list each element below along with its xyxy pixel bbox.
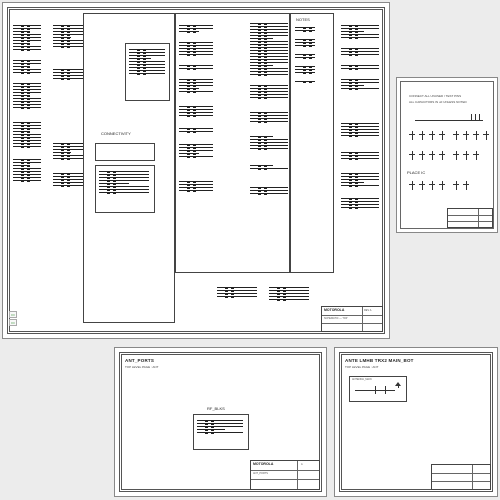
antenna-icon [393, 382, 403, 388]
schematic-sheet-right-top[interactable]: CONNECT ALL UNUSED / TEST PINS ALL CAPAC… [396, 77, 498, 233]
antenna-block-label: ANTENNA_MAIN [352, 378, 372, 381]
sheet-subtitle-ant-ports: TOP LEVEL PAGE : ANT [125, 365, 158, 369]
section-label-connectivity: CONNECTIVITY [101, 131, 131, 136]
sheet-subtitle-ante-lmhb: TOP LEVEL PAGE : ANT [345, 365, 378, 369]
pin-column-bottom-1 [269, 285, 309, 302]
pin-column-far-right [341, 23, 379, 210]
schematic-sheet-main[interactable]: CONNECTIVITY NOTES [2, 2, 390, 339]
rf-block-pins [197, 418, 243, 435]
status-tick-1: ▭ [9, 311, 17, 318]
schematic-sheet-ant-ports[interactable]: ANT_PORTS TOP LEVEL PAGE : ANT RF_BLKS M… [114, 347, 327, 497]
schematic-sheet-ante-lmhb[interactable]: ANTE LMHB TRX2 MAIN_BOT TOP LEVEL PAGE :… [334, 347, 498, 497]
doc-rev-2: A [301, 463, 303, 466]
company-logo: MOTOROLA [324, 308, 344, 312]
doc-title: SCHEMATIC — TOP [324, 317, 347, 320]
titleblock-ant-ports: MOTOROLA ANT_PORTS A [250, 460, 320, 490]
sheet-title-ant-ports: ANT_PORTS [125, 358, 154, 363]
pin-column-center-left [53, 23, 83, 188]
titleblock-right-top [447, 208, 493, 228]
component-row-2 [407, 148, 481, 166]
sheet-title-ante-lmhb: ANTE LMHB TRX2 MAIN_BOT [345, 358, 414, 363]
titleblock-main: MOTOROLA SCHEMATIC — TOP REV A [321, 306, 383, 332]
pin-column-right [250, 21, 288, 196]
status-tick-2: ▭ [9, 319, 17, 326]
company-logo-2: MOTOROLA [253, 462, 273, 466]
pin-column-left [13, 23, 41, 183]
doc-title-2: ANT_PORTS [253, 472, 268, 475]
section-label-notes: NOTES [296, 17, 310, 22]
pin-column-connectivity [99, 169, 149, 195]
mid-label: RF_BLKS [207, 406, 225, 411]
component-row-3 [407, 178, 471, 196]
doc-rev: REV A [364, 309, 371, 312]
group-label: PLACE IC [407, 170, 425, 175]
pin-column-bottom-2 [217, 285, 257, 299]
pin-column-mid [179, 23, 213, 193]
notes-column [295, 25, 329, 84]
note-line-1: CONNECT ALL UNUSED / TEST PINS [409, 94, 461, 98]
component-row-1 [407, 128, 491, 146]
note-line-2: ALL CAPACITORS IN uF UNLESS NOTED [409, 100, 467, 104]
titleblock-ante-lmhb [431, 464, 491, 490]
pin-column-small-block [129, 47, 165, 76]
